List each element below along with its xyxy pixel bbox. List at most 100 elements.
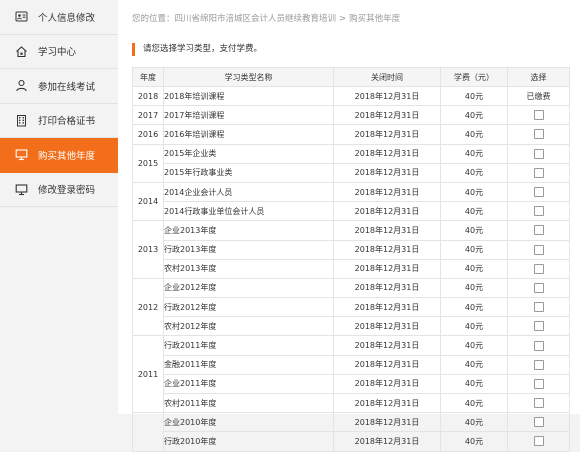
select-cell bbox=[507, 335, 570, 356]
select-cell bbox=[507, 354, 570, 375]
select-checkbox[interactable] bbox=[533, 378, 544, 389]
fee-cell: 40元 bbox=[440, 335, 508, 356]
course-name-cell: 2014行政事业单位会计人员 bbox=[163, 201, 334, 222]
sidebar-item-5[interactable]: 修改登录密码 bbox=[0, 173, 118, 207]
select-checkbox[interactable] bbox=[533, 321, 544, 332]
select-checkbox[interactable] bbox=[533, 110, 544, 121]
close-time-cell: 2018年12月31日 bbox=[333, 85, 441, 107]
table-row: 2016 2016年培训课程 2018年12月31日 40元 bbox=[132, 124, 570, 145]
course-name-cell: 企业2010年度 bbox=[163, 412, 334, 433]
year-cell: 2011 bbox=[132, 335, 164, 414]
course-name-cell: 企业2012年度 bbox=[163, 277, 334, 299]
select-cell bbox=[507, 162, 570, 183]
breadcrumb-separator: > bbox=[339, 14, 347, 24]
select-checkbox[interactable] bbox=[533, 244, 544, 255]
table-row: 2015 2015年企业类 2018年12月31日 40元 bbox=[132, 143, 570, 183]
sidebar: 个人信息修改 学习中心参加在线考试打印合格证书购买其他年度修改登录密码 bbox=[0, 0, 124, 414]
close-time-cell: 2018年12月31日 bbox=[333, 239, 441, 260]
fee-cell: 40元 bbox=[440, 239, 508, 260]
sidebar-item-label: 打印合格证书 bbox=[38, 116, 96, 128]
close-time-cell: 2018年12月31日 bbox=[333, 181, 441, 203]
course-name-cell: 2016年培训课程 bbox=[163, 124, 334, 145]
fee-cell: 40元 bbox=[440, 162, 508, 183]
year-cell: 2017 bbox=[132, 105, 164, 126]
select-checkbox[interactable] bbox=[533, 417, 544, 428]
close-time-cell: 2018年12月31日 bbox=[333, 277, 441, 299]
select-checkbox[interactable] bbox=[533, 167, 544, 178]
select-cell bbox=[507, 239, 570, 260]
table-row: 2014行政事业单位会计人员 2018年12月31日 40元 bbox=[133, 201, 570, 222]
fee-cell: 40元 bbox=[440, 201, 508, 222]
course-name-cell: 行政2010年度 bbox=[163, 431, 334, 452]
table-header-row: 年度 学习类型名称 关闭时间 学费（元） 选择 bbox=[132, 67, 570, 87]
table-row: 金融2011年度 2018年12月31日 40元 bbox=[133, 354, 570, 375]
sidebar-item-3[interactable]: 打印合格证书 bbox=[0, 104, 118, 138]
close-time-cell: 2018年12月31日 bbox=[333, 143, 441, 164]
course-name-cell: 2015年企业类 bbox=[163, 143, 334, 164]
select-checkbox[interactable] bbox=[533, 359, 544, 370]
select-cell bbox=[507, 105, 570, 126]
sidebar-item-label: 学习中心 bbox=[38, 47, 77, 59]
close-time-cell: 2018年12月31日 bbox=[333, 373, 441, 395]
table-row: 2013 企业2013年度 2018年12月31日 40元 bbox=[132, 220, 570, 279]
fee-cell: 40元 bbox=[440, 316, 508, 337]
sidebar-item-label: 个人信息修改 bbox=[38, 12, 96, 24]
course-name-cell: 农村2012年度 bbox=[163, 316, 334, 337]
building-icon bbox=[13, 112, 29, 128]
close-time-cell: 2018年12月31日 bbox=[333, 220, 441, 241]
select-checkbox[interactable] bbox=[533, 302, 544, 313]
person-card-icon bbox=[13, 9, 29, 25]
monitor-icon bbox=[13, 147, 29, 163]
year-cell: 2015 bbox=[132, 143, 164, 183]
select-checkbox[interactable] bbox=[533, 398, 544, 409]
notice-text: 请您选择学习类型，支付学费。 bbox=[132, 43, 262, 56]
select-cell bbox=[507, 297, 570, 318]
select-cell bbox=[507, 412, 570, 433]
select-cell bbox=[507, 220, 570, 241]
select-checkbox[interactable] bbox=[533, 263, 544, 274]
breadcrumb: 您的位置：四川省绵阳市涪城区会计人员继续教育培训 > 购买其他年度 bbox=[132, 12, 400, 24]
sidebar-item-4[interactable]: 购买其他年度 bbox=[0, 138, 124, 173]
year-cell: 2014 bbox=[132, 181, 164, 222]
fee-cell: 40元 bbox=[440, 392, 508, 414]
table-row: 2015年行政事业类 2018年12月31日 40元 bbox=[133, 162, 570, 183]
year-cell bbox=[132, 412, 164, 452]
fee-cell: 40元 bbox=[440, 220, 508, 241]
table-row: 企业2010年度 2018年12月31日 40元 bbox=[132, 412, 570, 452]
fee-cell: 40元 bbox=[440, 297, 508, 318]
select-checkbox[interactable] bbox=[533, 206, 544, 217]
monitor-icon bbox=[13, 181, 29, 197]
select-cell bbox=[507, 316, 570, 337]
select-checkbox[interactable] bbox=[533, 148, 544, 159]
fee-cell: 40元 bbox=[440, 124, 508, 145]
sidebar-item-label: 修改登录密码 bbox=[38, 185, 96, 197]
header-close-time: 关闭时间 bbox=[333, 67, 441, 87]
select-checkbox[interactable] bbox=[533, 436, 544, 447]
course-name-cell: 行政2011年度 bbox=[163, 335, 334, 356]
select-checkbox[interactable] bbox=[533, 187, 544, 198]
table-row: 行政2012年度 2018年12月31日 40元 bbox=[133, 297, 570, 318]
breadcrumb-link-region[interactable]: 四川省绵阳市涪城区会计人员继续教育培训 bbox=[175, 14, 337, 24]
select-cell bbox=[507, 143, 570, 164]
table-row: 2014 2014企业会计人员 2018年12月31日 40元 bbox=[132, 181, 570, 222]
close-time-cell: 2018年12月31日 bbox=[333, 412, 441, 433]
select-checkbox[interactable] bbox=[533, 340, 544, 351]
select-cell bbox=[507, 277, 570, 299]
select-checkbox[interactable] bbox=[533, 129, 544, 140]
fee-cell: 40元 bbox=[440, 431, 508, 452]
close-time-cell: 2018年12月31日 bbox=[333, 392, 441, 414]
select-checkbox[interactable] bbox=[533, 225, 544, 236]
table-row: 2018 2018年培训课程 2018年12月31日 40元 已缴费 bbox=[132, 85, 570, 107]
close-time-cell: 2018年12月31日 bbox=[333, 162, 441, 183]
header-fee: 学费（元） bbox=[440, 67, 508, 87]
sidebar-item-1[interactable]: 学习中心 bbox=[0, 35, 118, 69]
sidebar-item-2[interactable]: 参加在线考试 bbox=[0, 69, 118, 104]
course-name-cell: 2015年行政事业类 bbox=[163, 162, 334, 183]
close-time-cell: 2018年12月31日 bbox=[333, 124, 441, 145]
course-name-cell: 2017年培训课程 bbox=[163, 105, 334, 126]
select-checkbox[interactable] bbox=[533, 282, 544, 293]
table-row: 企业2011年度 2018年12月31日 40元 bbox=[133, 373, 570, 395]
course-name-cell: 行政2013年度 bbox=[163, 239, 334, 260]
sidebar-item-0[interactable]: 个人信息修改 bbox=[0, 0, 118, 35]
table-row: 农村2011年度 2018年12月31日 40元 bbox=[133, 392, 570, 414]
